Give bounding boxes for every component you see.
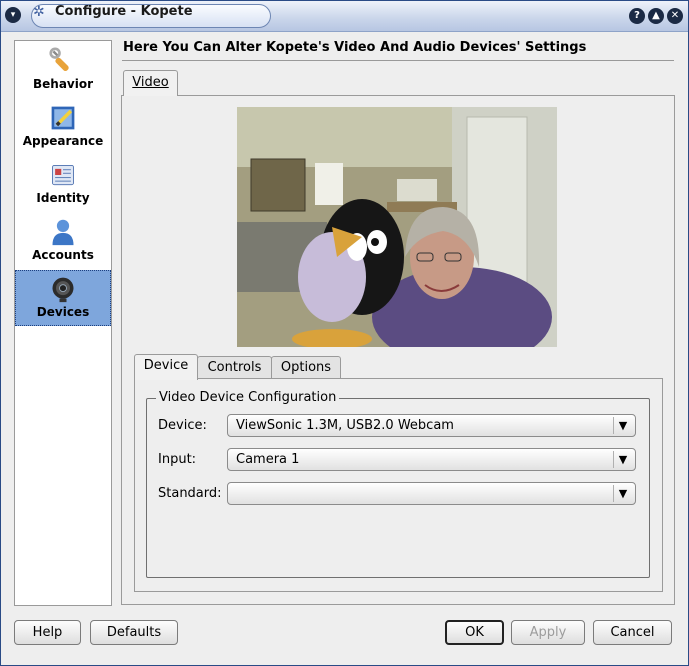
apply-button[interactable]: Apply — [511, 620, 585, 645]
tab-options-label: Options — [280, 360, 332, 375]
device-combobox-value: ViewSonic 1.3M, USB2.0 Webcam — [236, 418, 454, 433]
sidebar-item-accounts[interactable]: Accounts — [15, 214, 111, 270]
tab-device-label: Device — [143, 358, 189, 373]
sidebar-item-label: Identity — [36, 191, 90, 205]
id-card-icon — [52, 164, 74, 186]
user-icon — [52, 219, 74, 246]
titlebar[interactable]: ▾ ✲ Configure - Kopete ? ▲ ✕ — [1, 1, 688, 32]
chevron-down-icon[interactable]: ▼ — [613, 451, 632, 468]
tab-video-label: Video — [132, 75, 169, 90]
input-label: Input: — [158, 452, 197, 467]
device-label: Device: — [158, 418, 207, 433]
sidebar-item-label: Appearance — [22, 134, 104, 148]
sidebar: Behavior Appearance Identity Accounts De… — [14, 40, 112, 606]
tab-controls-label: Controls — [207, 360, 262, 375]
standard-label: Standard: — [158, 486, 222, 501]
close-icon[interactable]: ✕ — [667, 8, 683, 24]
input-combobox[interactable]: Camera 1 ▼ — [227, 448, 636, 471]
webcam-icon — [52, 277, 74, 303]
standard-combobox[interactable]: ▼ — [227, 482, 636, 505]
help-button[interactable]: Help — [14, 620, 81, 645]
page-title: Here You Can Alter Kopete's Video And Au… — [123, 40, 587, 55]
sidebar-item-devices[interactable]: Devices — [15, 270, 111, 326]
cancel-button[interactable]: Cancel — [593, 620, 672, 645]
shade-icon[interactable]: ▲ — [648, 8, 664, 24]
input-combobox-value: Camera 1 — [236, 452, 300, 467]
wrench-icon — [49, 47, 69, 72]
defaults-button[interactable]: Defaults — [90, 620, 178, 645]
paint-brush-icon — [51, 106, 75, 130]
sidebar-item-label: Behavior — [32, 77, 94, 91]
tab-controls[interactable]: Controls — [197, 356, 272, 379]
sidebar-item-label: Accounts — [32, 248, 94, 262]
chevron-down-icon[interactable]: ▼ — [613, 417, 632, 434]
window-title: Configure - Kopete — [55, 4, 193, 19]
sidebar-item-behavior[interactable]: Behavior — [15, 43, 111, 99]
sidebar-item-identity[interactable]: Identity — [15, 157, 111, 213]
tab-options[interactable]: Options — [271, 356, 341, 379]
sidebar-item-appearance[interactable]: Appearance — [15, 100, 111, 156]
window-menu-icon[interactable]: ▾ — [5, 7, 21, 23]
tab-device[interactable]: Device — [134, 354, 198, 380]
ok-button[interactable]: OK — [445, 620, 504, 645]
device-combobox[interactable]: ViewSonic 1.3M, USB2.0 Webcam ▼ — [227, 414, 636, 437]
groupbox-title: Video Device Configuration — [156, 390, 340, 405]
app-icon: ✲ — [33, 4, 45, 20]
tab-video[interactable]: Video — [123, 70, 178, 96]
title-divider — [122, 60, 674, 61]
webcam-preview — [237, 107, 557, 347]
sidebar-item-label: Devices — [36, 305, 90, 319]
chevron-down-icon[interactable]: ▼ — [613, 485, 632, 502]
titlebar-buttons: ? ▲ ✕ — [626, 7, 683, 24]
help-icon[interactable]: ? — [629, 8, 645, 24]
